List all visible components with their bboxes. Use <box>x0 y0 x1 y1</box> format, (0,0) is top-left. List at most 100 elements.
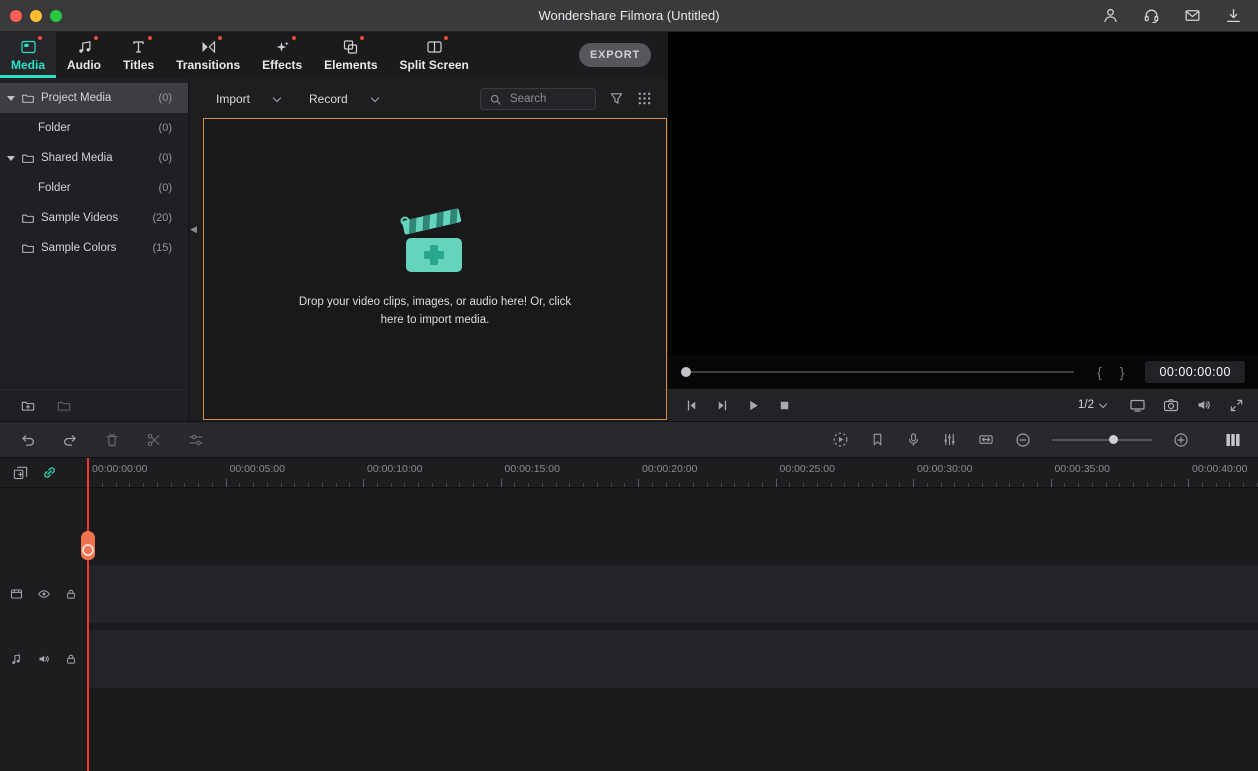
delete-folder-button[interactable] <box>56 399 72 413</box>
undo-button[interactable] <box>20 432 36 448</box>
previous-frame-button[interactable] <box>684 398 699 413</box>
timeline-ruler[interactable]: 00:00:00:00 00:00:05:00 00:00:10:00 00:00:1… <box>88 458 1258 487</box>
expander-icon[interactable] <box>7 95 15 101</box>
close-window-button[interactable] <box>10 9 22 22</box>
sidebar-item-shared-media[interactable]: Shared Media (0) <box>0 143 188 173</box>
playback-quality-value: 1/2 <box>1078 399 1094 411</box>
snapshot-button[interactable] <box>1163 397 1179 413</box>
eye-icon <box>37 588 51 601</box>
lock-audio-track-button[interactable] <box>65 653 77 666</box>
microphone-icon <box>906 432 921 447</box>
stop-button[interactable] <box>777 398 792 413</box>
tab-media[interactable]: Media <box>0 32 57 78</box>
redo-button[interactable] <box>62 432 78 448</box>
sidebar-item-folder-2[interactable]: Folder (0) <box>0 173 188 203</box>
mark-out-icon[interactable]: } <box>1111 364 1134 380</box>
sidebar-item-count: (0) <box>158 152 172 164</box>
sidebar-item-count: (0) <box>158 92 172 104</box>
render-preview-button[interactable] <box>832 431 849 448</box>
playback-quality-select[interactable]: 1/2 <box>1078 399 1108 411</box>
playhead[interactable] <box>81 458 95 771</box>
media-panel: ◀ Import Record Search Drop your video c… <box>188 78 668 421</box>
timeline-body[interactable] <box>0 488 1258 771</box>
import-label: Import <box>216 92 251 106</box>
delete-button[interactable] <box>104 432 120 448</box>
sidebar-item-sample-videos[interactable]: Sample Videos (20) <box>0 203 188 233</box>
feedback-button[interactable] <box>1184 7 1201 24</box>
auto-ripple-toggle[interactable] <box>42 465 57 480</box>
tab-elements[interactable]: Elements <box>313 32 388 78</box>
audio-icon <box>76 35 98 55</box>
mark-in-icon[interactable]: { <box>1088 364 1111 380</box>
search-box[interactable] <box>480 88 596 110</box>
timeline-zoom-out-button[interactable] <box>1015 432 1031 448</box>
timeline-zoom-in-button[interactable] <box>1173 432 1189 448</box>
zoom-window-button[interactable] <box>50 9 62 22</box>
mute-audio-track-button[interactable] <box>37 653 51 666</box>
ruler-label: 00:00:25:00 <box>779 463 835 475</box>
ruler-label: 00:00:05:00 <box>229 463 285 475</box>
tab-effects[interactable]: Effects <box>251 32 313 78</box>
sidebar-item-count: (20) <box>152 212 172 224</box>
tab-split-screen[interactable]: Split Screen <box>389 32 480 78</box>
search-input[interactable] <box>508 92 587 106</box>
export-button[interactable]: EXPORT <box>579 43 651 67</box>
sidebar-item-folder-1[interactable]: Folder (0) <box>0 113 188 143</box>
preview-screen <box>668 32 1258 355</box>
mail-icon <box>1184 7 1201 24</box>
lock-video-track-button[interactable] <box>65 588 77 601</box>
ruler-label: 00:00:40:00 <box>1192 463 1248 475</box>
track-manager-button[interactable] <box>1224 432 1242 448</box>
seek-track[interactable] <box>681 366 1075 377</box>
fullscreen-button[interactable] <box>1229 398 1244 413</box>
collapse-sidebar-arrow[interactable]: ◀ <box>190 224 197 235</box>
record-label: Record <box>309 92 348 106</box>
import-button[interactable]: Import <box>216 78 282 120</box>
media-dropzone[interactable]: Drop your video clips, images, or audio … <box>203 118 667 420</box>
step-forward-icon <box>715 398 730 413</box>
marker-button[interactable] <box>870 432 885 447</box>
tab-transitions[interactable]: Transitions <box>165 32 251 78</box>
zoom-to-fit-button[interactable] <box>978 432 994 447</box>
detach-monitor-button[interactable] <box>1129 397 1146 413</box>
split-screen-icon <box>426 35 448 55</box>
effects-icon <box>274 35 296 55</box>
grid-view-button[interactable] <box>637 91 652 106</box>
new-folder-button[interactable] <box>20 399 36 413</box>
audio-track-lane[interactable] <box>88 630 1258 688</box>
zoom-slider-handle[interactable] <box>1109 434 1118 444</box>
sidebar-item-project-media[interactable]: Project Media (0) <box>0 83 188 113</box>
minimize-window-button[interactable] <box>30 9 42 22</box>
expander-icon[interactable] <box>7 155 15 161</box>
sidebar-item-count: (15) <box>152 242 172 254</box>
ruler-label: 00:00:30:00 <box>917 463 973 475</box>
record-button[interactable]: Record <box>309 78 379 120</box>
account-button[interactable] <box>1102 7 1119 24</box>
seek-handle[interactable] <box>681 366 691 377</box>
support-button[interactable] <box>1143 7 1160 24</box>
video-track-lane[interactable] <box>88 565 1258 623</box>
advanced-tools-button[interactable] <box>188 432 204 448</box>
split-button[interactable] <box>146 432 162 448</box>
timeline: 00:00:00:00 00:00:05:00 00:00:10:00 00:00:1… <box>0 458 1258 771</box>
ruler-label: 00:00:00:00 <box>92 463 148 475</box>
toggle-video-visibility-button[interactable] <box>37 588 51 601</box>
camera-icon <box>1163 397 1179 413</box>
download-button[interactable] <box>1225 7 1242 24</box>
next-frame-button[interactable] <box>715 398 730 413</box>
tab-audio[interactable]: Audio <box>56 32 112 78</box>
playhead-handle[interactable] <box>81 531 95 560</box>
folder-icon <box>21 242 35 255</box>
play-button[interactable] <box>746 398 761 413</box>
headset-icon <box>1143 7 1160 24</box>
audio-mixer-button[interactable] <box>942 432 957 447</box>
timeline-zoom-slider[interactable] <box>1052 434 1152 444</box>
sidebar-item-sample-colors[interactable]: Sample Colors (15) <box>0 233 188 263</box>
tab-titles[interactable]: Titles <box>112 32 165 78</box>
voiceover-button[interactable] <box>906 432 921 447</box>
media-library-sidebar: Project Media (0) Folder (0) Shared Medi… <box>0 78 188 421</box>
left-column: Media Audio Titles Transitions Effects E… <box>0 32 668 421</box>
filter-button[interactable] <box>609 91 624 106</box>
manage-tracks-button[interactable] <box>13 465 28 480</box>
volume-button[interactable] <box>1196 397 1212 413</box>
